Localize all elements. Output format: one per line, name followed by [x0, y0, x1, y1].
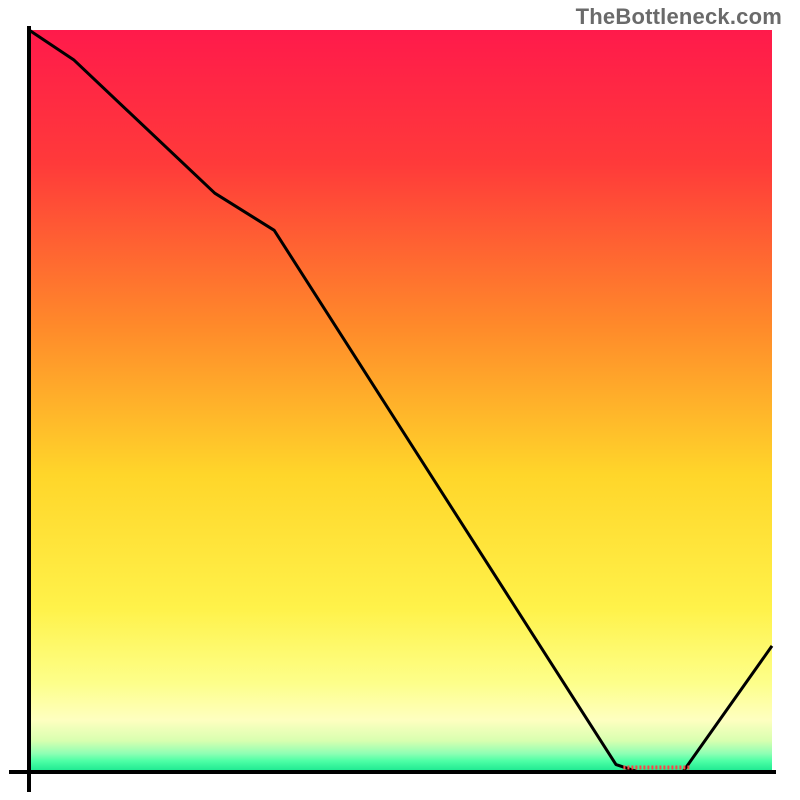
chart-background — [29, 30, 772, 772]
chart-container: TheBottleneck.com — [0, 0, 800, 800]
watermark-text: TheBottleneck.com — [576, 4, 782, 30]
bottleneck-chart — [0, 0, 800, 800]
